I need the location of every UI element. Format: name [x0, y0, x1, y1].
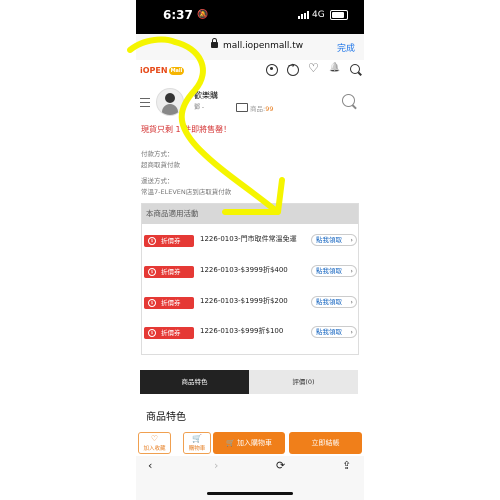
coupon-tag: $ 折價券: [144, 297, 194, 309]
claim-coupon-button[interactable]: 點我領取 ›: [311, 326, 357, 338]
tab-reviews[interactable]: 評價(0): [249, 370, 358, 394]
dollar-icon: $: [148, 299, 156, 307]
claim-coupon-button[interactable]: 點我領取 ›: [311, 296, 357, 308]
login-icon[interactable]: [287, 61, 299, 76]
status-time: 6:37: [163, 8, 193, 22]
dollar-icon: $: [148, 268, 156, 276]
cart-button[interactable]: 🛒 購物車: [183, 432, 211, 454]
reload-icon[interactable]: ⟳: [276, 459, 285, 472]
coupon-text: 1226-0103-$3999折$400: [200, 266, 288, 274]
user-icon[interactable]: [266, 64, 278, 76]
network-type: 4G: [312, 10, 325, 20]
coupon-row: $ 折價券 1226-0103-$3999折$400 點我領取 ›: [143, 264, 357, 284]
coupon-tag: $ 折價券: [144, 266, 194, 278]
checkout-button[interactable]: 立即結帳: [289, 432, 362, 454]
stock-warning: 現貨只剩 1 件即將售罄！: [141, 125, 232, 134]
action-bar: ♡ 加入收藏 🛒 購物車 🛒 加入購物車 立即結帳: [136, 430, 364, 456]
coupon-tag: $ 折價券: [144, 235, 194, 247]
payment-value: 超商取貨付款: [141, 161, 180, 169]
silent-bell-icon: 🔕: [197, 10, 209, 20]
site-logo[interactable]: iOPEN Mall: [140, 66, 185, 75]
browser-url-bar[interactable]: mall.iopenmall.tw 完成: [136, 34, 364, 60]
done-button[interactable]: 完成: [337, 41, 355, 54]
battery-icon: [329, 10, 348, 20]
site-header: iOPEN Mall: [136, 60, 364, 83]
search-icon[interactable]: [350, 64, 360, 74]
claim-coupon-button[interactable]: 點我領取 ›: [311, 265, 357, 277]
heart-icon[interactable]: [308, 61, 320, 76]
dollar-icon: $: [148, 237, 156, 245]
back-icon[interactable]: ‹: [148, 459, 152, 472]
chevron-right-icon: ›: [350, 267, 353, 275]
store-sub: 鄧 -: [194, 104, 205, 111]
promo-title: 本商品適用活動: [142, 204, 358, 224]
store-name[interactable]: 歡樂購: [194, 90, 218, 101]
shipping-value: 常溫7-ELEVEN店到店取貨付款: [141, 188, 232, 196]
coupon-text: 1226-0103-$999折$100: [200, 327, 284, 335]
store-product-count: 商品:99: [250, 105, 274, 113]
menu-icon[interactable]: [140, 98, 150, 110]
lock-icon: [211, 38, 218, 48]
browser-nav-bar: ‹ › ⟳ ⇪: [136, 456, 364, 500]
shipping-info: 運送方式： 常溫7-ELEVEN店到店取貨付款: [141, 176, 231, 198]
coupon-text: 1226-0103-$1999折$200: [200, 297, 288, 305]
header-icons: [266, 61, 360, 76]
signal-icon: [298, 11, 309, 19]
claim-coupon-button[interactable]: 點我領取 ›: [311, 234, 357, 246]
tab-features[interactable]: 商品特色: [140, 370, 249, 394]
section-title: 商品特色: [146, 412, 186, 423]
coupon-text: 1226-0103-門市取件常溫免運: [200, 235, 297, 243]
store-bar: 歡樂購 鄧 - 商品:99: [136, 82, 364, 120]
product-page: 歡樂購 鄧 - 商品:99 現貨只剩 1 件即將售罄！ 付款方式： 超商取貨付款…: [136, 82, 364, 430]
bell-icon[interactable]: [329, 64, 341, 76]
product-tabs: 商品特色 評價(0): [140, 370, 358, 394]
forward-icon[interactable]: ›: [214, 459, 218, 472]
payment-info: 付款方式： 超商取貨付款: [141, 149, 180, 171]
chevron-right-icon: ›: [350, 298, 353, 306]
chevron-right-icon: ›: [350, 236, 353, 244]
shipping-label: 運送方式：: [141, 177, 174, 185]
store-search-icon[interactable]: [342, 94, 355, 107]
store-avatar[interactable]: [156, 88, 184, 116]
coupon-row: $ 折價券 1226-0103-門市取件常溫免運 點我領取 ›: [143, 233, 357, 253]
add-to-cart-button[interactable]: 🛒 加入購物車: [213, 432, 285, 454]
store-icon: [236, 103, 248, 112]
cart-icon: 🛒: [192, 434, 202, 443]
home-indicator: [207, 492, 293, 495]
url-text[interactable]: mall.iopenmall.tw: [223, 41, 303, 51]
coupon-row: $ 折價券 1226-0103-$1999折$200 點我領取 ›: [143, 295, 357, 315]
coupon-row: $ 折價券 1226-0103-$999折$100 點我領取 ›: [143, 325, 357, 345]
share-icon[interactable]: ⇪: [342, 459, 351, 472]
add-favorite-button[interactable]: ♡ 加入收藏: [138, 432, 171, 454]
chevron-right-icon: ›: [350, 328, 353, 336]
status-bar: 6:37 🔕 4G: [136, 0, 364, 34]
network-indicator: 4G: [298, 10, 348, 20]
dollar-icon: $: [148, 329, 156, 337]
payment-label: 付款方式：: [141, 150, 174, 158]
coupon-tag: $ 折價券: [144, 327, 194, 339]
heart-icon: ♡: [150, 434, 159, 443]
phone-screen: 6:37 🔕 4G mall.iopenmall.tw 完成 iOPEN Mall…: [136, 0, 364, 500]
promo-box: 本商品適用活動 $ 折價券 1226-0103-門市取件常溫免運 點我領取 › $ 折…: [141, 203, 359, 355]
